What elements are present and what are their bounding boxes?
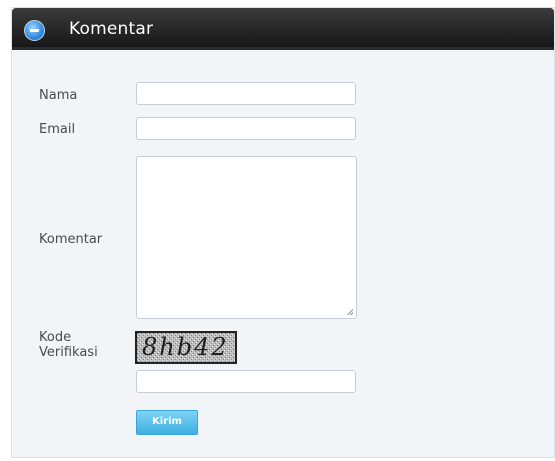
kode-verifikasi-input[interactable]	[136, 370, 356, 393]
collapse-icon[interactable]	[24, 20, 45, 41]
email-label: Email	[39, 122, 76, 137]
kode-label-line2: Verifikasi	[39, 345, 98, 360]
captcha-text: 8hb42	[142, 333, 229, 361]
komentar-textarea[interactable]	[136, 156, 357, 319]
panel-title: Komentar	[69, 19, 154, 39]
nama-label: Nama	[39, 88, 78, 103]
panel-header[interactable]: Komentar	[12, 8, 554, 50]
kode-verifikasi-label: Kode Verifikasi	[39, 330, 98, 360]
nama-input[interactable]	[136, 82, 356, 105]
comment-form: Nama Email Komentar Kode Verifikasi 8hb4…	[12, 50, 554, 457]
kirim-button[interactable]: Kirim	[136, 410, 198, 435]
email-input[interactable]	[136, 117, 356, 140]
captcha-image: 8hb42	[135, 331, 237, 364]
kode-label-line1: Kode	[39, 330, 72, 345]
resize-grip-icon[interactable]	[347, 309, 354, 316]
comment-panel: Komentar Nama Email Komentar Kode Verifi…	[11, 7, 555, 458]
komentar-label: Komentar	[39, 232, 103, 247]
